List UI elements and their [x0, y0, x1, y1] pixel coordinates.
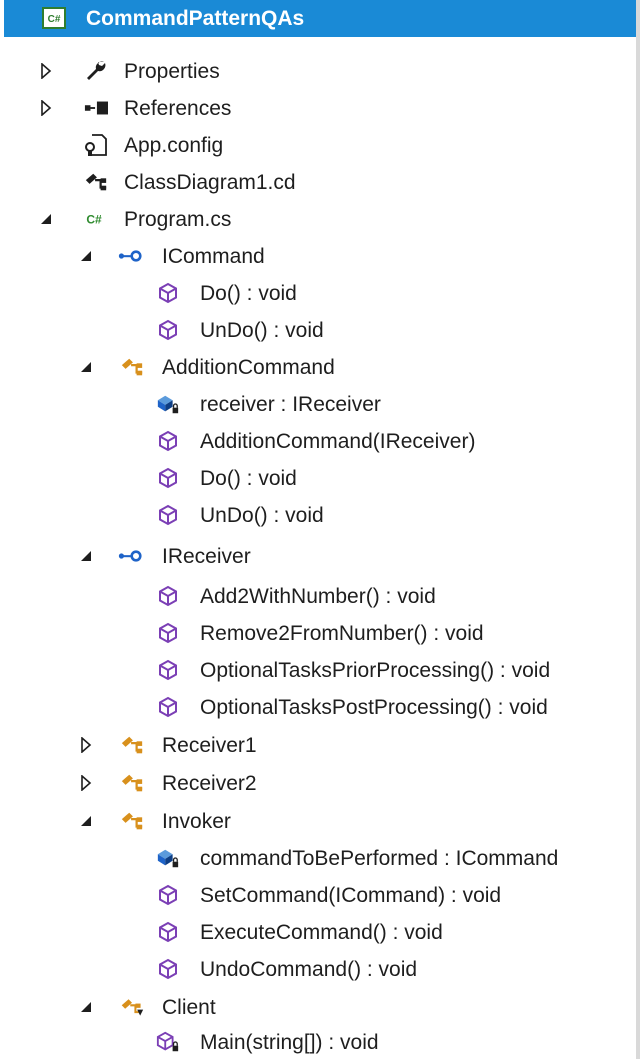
tree-item-invoker[interactable]: Invoker	[0, 803, 636, 840]
tree-item-properties[interactable]: Properties	[0, 53, 636, 90]
tree-item-client[interactable]: Client	[0, 989, 636, 1026]
wrench-icon	[84, 59, 108, 83]
static-class-icon	[120, 995, 144, 1019]
chevron-expanded-icon[interactable]	[78, 359, 94, 375]
solution-explorer-tree: C# CommandPatternQAs Properties Referenc…	[0, 0, 640, 1059]
member-label: Main(string[]) : void	[200, 1031, 379, 1054]
member-label: Do() : void	[200, 467, 297, 490]
tree-item-method[interactable]: UnDo() : void	[0, 312, 636, 349]
tree-item-method[interactable]: Do() : void	[0, 460, 636, 497]
method-icon	[156, 466, 180, 490]
member-label: Add2WithNumber() : void	[200, 585, 436, 608]
tree-item-receiver2[interactable]: Receiver2	[0, 765, 636, 802]
tree-item-method[interactable]: ExecuteCommand() : void	[0, 914, 636, 951]
tree-item-icommand[interactable]: ICommand	[0, 238, 636, 275]
chevron-right-icon[interactable]	[38, 100, 54, 116]
tree-item-method[interactable]: Main(string[]) : void	[0, 1024, 636, 1061]
node-label: ICommand	[162, 245, 265, 268]
node-label: Invoker	[162, 810, 231, 833]
tree-item-method[interactable]: Do() : void	[0, 275, 636, 312]
private-method-icon	[156, 1030, 180, 1054]
tree-item-app-config[interactable]: App.config	[0, 127, 636, 164]
node-label: Properties	[124, 60, 220, 83]
node-label: IReceiver	[162, 545, 251, 568]
private-field-icon	[156, 846, 180, 870]
chevron-right-icon[interactable]	[78, 775, 94, 791]
tree-item-receiver1[interactable]: Receiver1	[0, 727, 636, 764]
chevron-expanded-icon[interactable]	[78, 248, 94, 264]
tree-item-method[interactable]: OptionalTasksPostProcessing() : void	[0, 689, 636, 726]
node-label: App.config	[124, 134, 224, 157]
member-label: OptionalTasksPostProcessing() : void	[200, 696, 548, 719]
tree-item-program-cs[interactable]: C# Program.cs	[0, 201, 636, 238]
interface-icon	[118, 244, 142, 268]
method-icon	[156, 503, 180, 527]
svg-text:C#: C#	[86, 212, 102, 226]
class-icon	[120, 355, 144, 379]
method-icon	[156, 658, 180, 682]
member-label: UnDo() : void	[200, 319, 324, 342]
class-icon	[120, 733, 144, 757]
svg-text:C#: C#	[48, 14, 61, 25]
node-label: Receiver1	[162, 734, 257, 757]
member-label: UndoCommand() : void	[200, 958, 418, 981]
class-icon	[120, 809, 144, 833]
node-label: Receiver2	[162, 772, 257, 795]
tree-item-method[interactable]: OptionalTasksPriorProcessing() : void	[0, 652, 636, 689]
node-label: References	[124, 97, 232, 120]
method-icon	[156, 695, 180, 719]
chevron-right-icon[interactable]	[78, 737, 94, 753]
method-icon	[156, 621, 180, 645]
method-icon	[156, 957, 180, 981]
private-field-icon	[156, 392, 180, 416]
method-icon	[156, 920, 180, 944]
references-icon	[84, 96, 108, 120]
member-label: commandToBePerformed : ICommand	[200, 847, 559, 870]
method-icon	[156, 429, 180, 453]
node-label: ClassDiagram1.cd	[124, 171, 296, 194]
node-label: Client	[162, 996, 216, 1019]
member-label: OptionalTasksPriorProcessing() : void	[200, 659, 551, 682]
tree-item-field[interactable]: receiver : IReceiver	[0, 386, 636, 423]
selection-edge	[0, 0, 4, 37]
chevron-right-icon[interactable]	[38, 63, 54, 79]
method-icon	[156, 318, 180, 342]
tree-item-field[interactable]: commandToBePerformed : ICommand	[0, 840, 636, 877]
csharp-file-icon: C#	[82, 207, 106, 231]
member-label: receiver : IReceiver	[200, 393, 381, 416]
node-label: Program.cs	[124, 208, 232, 231]
chevron-expanded-icon[interactable]	[78, 548, 94, 564]
tree-item-method[interactable]: Remove2FromNumber() : void	[0, 615, 636, 652]
tree-item-class-diagram[interactable]: ClassDiagram1.cd	[0, 164, 636, 201]
member-label: Remove2FromNumber() : void	[200, 622, 484, 645]
node-label: AdditionCommand	[162, 356, 335, 379]
tree-item-references[interactable]: References	[0, 90, 636, 127]
class-diagram-icon	[84, 170, 108, 194]
member-label: SetCommand(ICommand) : void	[200, 884, 502, 907]
member-label: UnDo() : void	[200, 504, 324, 527]
chevron-expanded-icon[interactable]	[78, 999, 94, 1015]
csharp-project-icon: C#	[42, 6, 66, 30]
project-name: CommandPatternQAs	[86, 7, 305, 30]
panel-border	[636, 0, 640, 1059]
config-file-icon	[84, 133, 108, 157]
tree-item-method[interactable]: AdditionCommand(IReceiver)	[0, 423, 636, 460]
chevron-expanded-icon[interactable]	[38, 211, 54, 227]
class-icon	[120, 771, 144, 795]
tree-item-ireceiver[interactable]: IReceiver	[0, 538, 636, 575]
tree-item-project[interactable]: C# CommandPatternQAs	[0, 0, 636, 37]
tree-item-method[interactable]: UnDo() : void	[0, 497, 636, 534]
tree-item-method[interactable]: UndoCommand() : void	[0, 951, 636, 988]
interface-icon	[118, 544, 142, 568]
tree-item-method[interactable]: SetCommand(ICommand) : void	[0, 877, 636, 914]
member-label: ExecuteCommand() : void	[200, 921, 443, 944]
method-icon	[156, 584, 180, 608]
method-icon	[156, 281, 180, 305]
chevron-expanded-icon[interactable]	[78, 813, 94, 829]
method-icon	[156, 883, 180, 907]
tree-item-addition-command[interactable]: AdditionCommand	[0, 349, 636, 386]
tree-item-method[interactable]: Add2WithNumber() : void	[0, 578, 636, 615]
member-label: Do() : void	[200, 282, 297, 305]
member-label: AdditionCommand(IReceiver)	[200, 430, 476, 453]
